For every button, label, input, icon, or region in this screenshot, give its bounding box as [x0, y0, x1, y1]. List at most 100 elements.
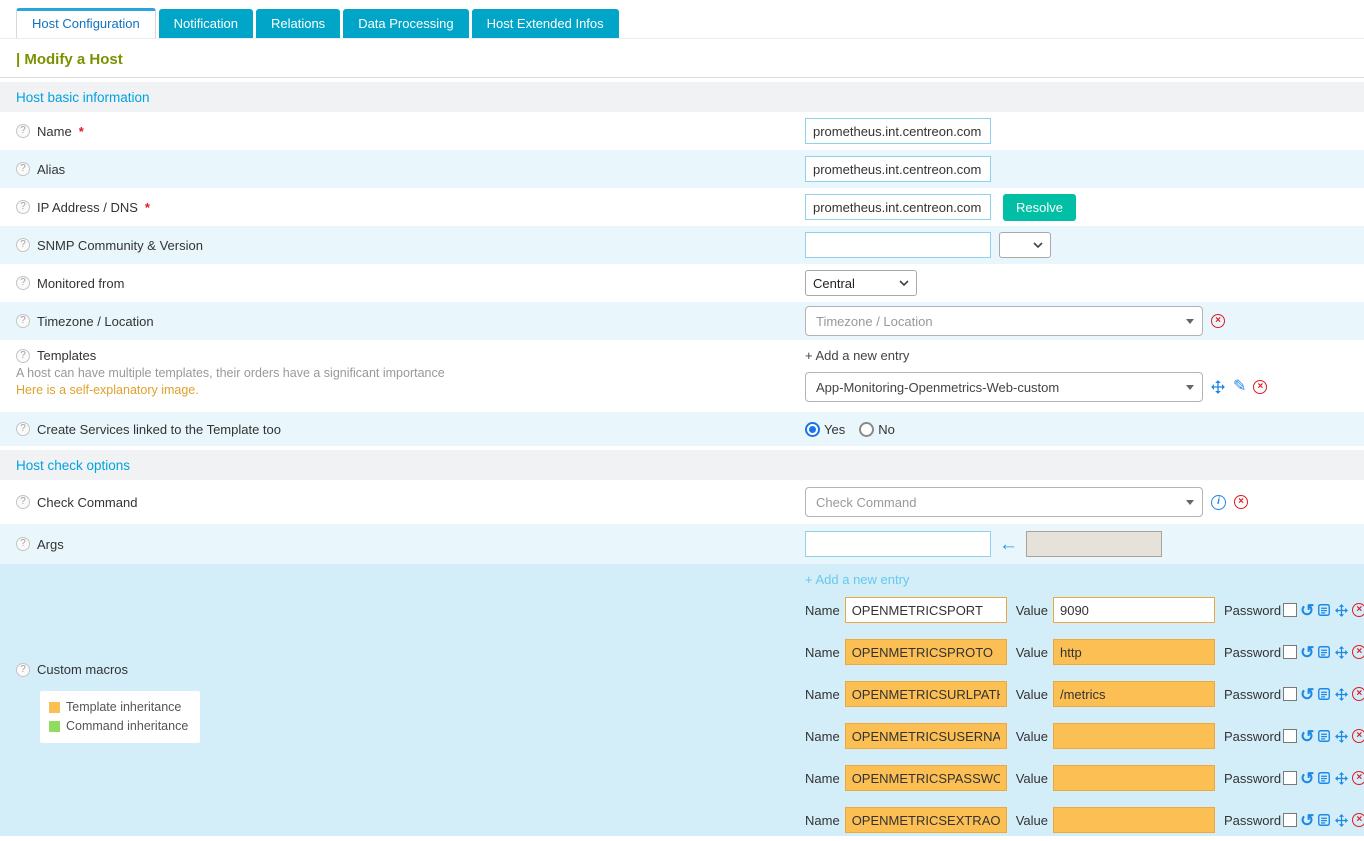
- snmp-community-input[interactable]: [805, 232, 991, 258]
- monitored-from-select[interactable]: Central: [805, 270, 917, 296]
- macro-password-checkbox[interactable]: [1283, 687, 1297, 701]
- macro-value-input[interactable]: [1053, 807, 1215, 833]
- dropdown-arrow-icon: [1177, 307, 1202, 335]
- info-icon[interactable]: i: [1211, 495, 1226, 510]
- help-icon[interactable]: ?: [16, 314, 30, 328]
- tab-notification[interactable]: Notification: [159, 9, 253, 38]
- radio-no[interactable]: [859, 422, 874, 437]
- edit-icon[interactable]: ✎: [1233, 379, 1246, 395]
- templates-add-entry-link[interactable]: + Add a new entry: [805, 348, 909, 363]
- undo-icon[interactable]: ↺: [1300, 644, 1314, 661]
- macro-name-input[interactable]: [845, 597, 1007, 623]
- name-input[interactable]: [805, 118, 991, 144]
- delete-macro-icon[interactable]: ×: [1352, 813, 1364, 827]
- list-icon[interactable]: [1317, 729, 1331, 743]
- macro-password-checkbox[interactable]: [1283, 813, 1297, 827]
- macro-password-checkbox[interactable]: [1283, 603, 1297, 617]
- undo-icon[interactable]: ↺: [1300, 812, 1314, 829]
- tab-host-configuration[interactable]: Host Configuration: [16, 8, 156, 38]
- list-icon[interactable]: [1317, 645, 1331, 659]
- clear-timezone-icon[interactable]: ×: [1211, 314, 1225, 328]
- help-icon[interactable]: ?: [16, 162, 30, 176]
- macro-value-input[interactable]: [1053, 681, 1215, 707]
- delete-macro-icon[interactable]: ×: [1352, 687, 1364, 701]
- tab-relations[interactable]: Relations: [256, 9, 340, 38]
- delete-macro-icon[interactable]: ×: [1352, 645, 1364, 659]
- args-label: Args: [37, 537, 64, 552]
- help-icon[interactable]: ?: [16, 238, 30, 252]
- undo-icon[interactable]: ↺: [1300, 728, 1314, 745]
- timezone-select[interactable]: Timezone / Location: [805, 306, 1203, 336]
- delete-template-icon[interactable]: ×: [1253, 380, 1267, 394]
- custom-macros-label: Custom macros: [37, 662, 128, 677]
- help-icon[interactable]: ?: [16, 349, 30, 363]
- template-select-value: App-Monitoring-Openmetrics-Web-custom: [816, 380, 1059, 395]
- move-icon[interactable]: [1334, 687, 1349, 702]
- move-icon[interactable]: [1334, 645, 1349, 660]
- command-inheritance-label: Command inheritance: [66, 717, 188, 736]
- macro-name-label: Name: [805, 645, 840, 660]
- list-icon[interactable]: [1317, 687, 1331, 701]
- help-icon[interactable]: ?: [16, 495, 30, 509]
- macro-name-input[interactable]: [845, 807, 1007, 833]
- macro-password-checkbox[interactable]: [1283, 771, 1297, 785]
- resolve-button[interactable]: Resolve: [1003, 194, 1076, 221]
- move-icon[interactable]: [1210, 379, 1226, 395]
- page-title: | Modify a Host: [0, 39, 1364, 78]
- tab-data-processing[interactable]: Data Processing: [343, 9, 468, 38]
- macro-value-input[interactable]: [1053, 639, 1215, 665]
- help-icon[interactable]: ?: [16, 124, 30, 138]
- list-icon[interactable]: [1317, 813, 1331, 827]
- macro-name-input[interactable]: [845, 681, 1007, 707]
- template-inheritance-swatch: [49, 702, 60, 713]
- help-icon[interactable]: ?: [16, 422, 30, 436]
- macros-add-entry-link[interactable]: + Add a new entry: [805, 572, 909, 587]
- help-icon[interactable]: ?: [16, 276, 30, 290]
- macro-name-label: Name: [805, 771, 840, 786]
- macro-password-label: Password: [1224, 813, 1281, 828]
- ip-address-input[interactable]: [805, 194, 991, 220]
- row-alias: ? Alias: [0, 150, 1364, 188]
- help-icon[interactable]: ?: [16, 663, 30, 677]
- move-icon[interactable]: [1334, 813, 1349, 828]
- radio-yes[interactable]: [805, 422, 820, 437]
- help-icon[interactable]: ?: [16, 200, 30, 214]
- delete-macro-icon[interactable]: ×: [1352, 771, 1364, 785]
- templates-helper-text: A host can have multiple templates, thei…: [16, 366, 445, 380]
- template-inheritance-label: Template inheritance: [66, 698, 181, 717]
- undo-icon[interactable]: ↺: [1300, 686, 1314, 703]
- macro-value-input[interactable]: [1053, 723, 1215, 749]
- macro-value-input[interactable]: [1053, 597, 1215, 623]
- tab-bar: Host Configuration Notification Relation…: [0, 0, 1364, 39]
- alias-input[interactable]: [805, 156, 991, 182]
- macro-row: Name Value Password ↺ ×: [805, 673, 1364, 715]
- alias-label: Alias: [37, 162, 65, 177]
- move-icon[interactable]: [1334, 771, 1349, 786]
- undo-icon[interactable]: ↺: [1300, 770, 1314, 787]
- clear-check-command-icon[interactable]: ×: [1234, 495, 1248, 509]
- tab-host-extended-infos[interactable]: Host Extended Infos: [472, 9, 619, 38]
- macro-password-checkbox[interactable]: [1283, 645, 1297, 659]
- args-input[interactable]: [805, 531, 991, 557]
- check-command-select[interactable]: Check Command: [805, 487, 1203, 517]
- help-icon[interactable]: ?: [16, 537, 30, 551]
- macro-value-input[interactable]: [1053, 765, 1215, 791]
- templates-helper-link[interactable]: Here is a self-explanatory image.: [16, 383, 199, 397]
- macro-name-input[interactable]: [845, 639, 1007, 665]
- list-icon[interactable]: [1317, 771, 1331, 785]
- macro-name-input[interactable]: [845, 723, 1007, 749]
- snmp-label: SNMP Community & Version: [37, 238, 203, 253]
- macro-password-checkbox[interactable]: [1283, 729, 1297, 743]
- template-select[interactable]: App-Monitoring-Openmetrics-Web-custom: [805, 372, 1203, 402]
- create-services-label: Create Services linked to the Template t…: [37, 422, 281, 437]
- delete-macro-icon[interactable]: ×: [1352, 603, 1364, 617]
- delete-macro-icon[interactable]: ×: [1352, 729, 1364, 743]
- list-icon[interactable]: [1317, 603, 1331, 617]
- move-icon[interactable]: [1334, 603, 1349, 618]
- required-marker: *: [145, 200, 150, 215]
- macro-value-label: Value: [1016, 729, 1048, 744]
- undo-icon[interactable]: ↺: [1300, 602, 1314, 619]
- snmp-version-select[interactable]: [999, 232, 1051, 258]
- macro-name-input[interactable]: [845, 765, 1007, 791]
- move-icon[interactable]: [1334, 729, 1349, 744]
